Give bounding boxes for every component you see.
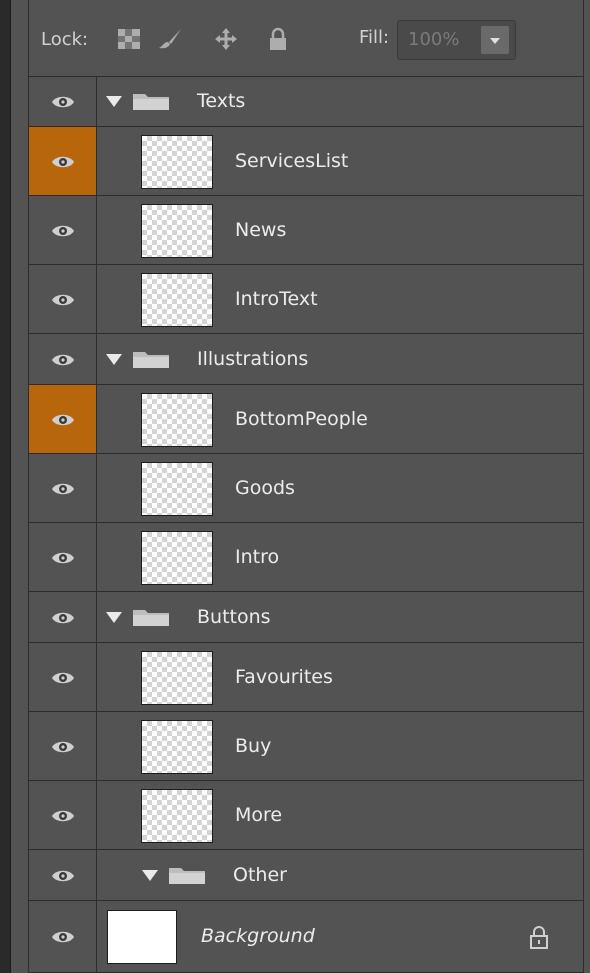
layer-thumbnail xyxy=(141,530,213,585)
layers-panel: Lock: Fill: 100% Texts ServicesList News In… xyxy=(28,0,584,973)
layer-name: Background xyxy=(201,925,315,947)
visibility-toggle[interactable] xyxy=(29,523,97,591)
visibility-toggle[interactable] xyxy=(29,643,97,711)
eye-icon xyxy=(52,741,74,752)
layer-name: Illustrations xyxy=(197,347,309,370)
eye-icon xyxy=(52,870,74,881)
lock-bar: Lock: Fill: 100% xyxy=(29,0,583,77)
visibility-toggle[interactable] xyxy=(29,334,97,384)
fill-opacity-field[interactable]: 100% xyxy=(397,20,516,60)
layer-name: Buttons xyxy=(197,605,271,628)
layer-name: Intro xyxy=(235,545,280,568)
eye-icon xyxy=(52,156,74,167)
layer-thumbnail xyxy=(141,203,213,258)
layer-name: Texts xyxy=(197,89,246,112)
layer-name: BottomPeople xyxy=(235,407,368,430)
eye-icon xyxy=(52,414,74,425)
layer-row[interactable]: Goods xyxy=(29,454,583,523)
eye-icon xyxy=(52,294,74,305)
layer-name: Other xyxy=(233,863,287,886)
layer-row[interactable]: BottomPeople xyxy=(29,385,583,454)
visibility-toggle[interactable] xyxy=(29,196,97,264)
layer-group-row[interactable]: Texts xyxy=(29,76,583,127)
visibility-toggle[interactable] xyxy=(29,901,97,972)
eye-icon xyxy=(52,225,74,236)
eye-icon xyxy=(52,96,74,107)
eye-icon xyxy=(52,483,74,494)
layer-row[interactable]: More xyxy=(29,781,583,850)
layer-thumbnail xyxy=(141,461,213,516)
lock-transparent-pixels-icon[interactable] xyxy=(116,27,142,51)
visibility-toggle[interactable] xyxy=(29,265,97,333)
layer-row[interactable]: IntroText xyxy=(29,265,583,334)
window-frame xyxy=(0,0,11,973)
layer-name: News xyxy=(235,218,287,241)
layer-group-row[interactable]: Illustrations xyxy=(29,334,583,385)
fill-label: Fill: xyxy=(359,27,390,48)
visibility-toggle[interactable] xyxy=(29,76,97,126)
visibility-toggle[interactable] xyxy=(29,592,97,642)
visibility-toggle[interactable] xyxy=(29,712,97,780)
eye-icon xyxy=(52,672,74,683)
visibility-toggle[interactable] xyxy=(29,781,97,849)
layer-thumbnail xyxy=(107,910,177,964)
layer-row[interactable]: Intro xyxy=(29,523,583,592)
visibility-toggle[interactable] xyxy=(29,127,97,195)
layer-thumbnail xyxy=(141,134,213,189)
layer-name: More xyxy=(235,803,283,826)
folder-icon xyxy=(133,93,169,110)
eye-icon xyxy=(52,810,74,821)
layer-thumbnail xyxy=(141,392,213,447)
layer-thumbnail xyxy=(141,272,213,327)
visibility-toggle[interactable] xyxy=(29,454,97,522)
folder-icon xyxy=(133,609,169,626)
folder-icon xyxy=(169,867,205,884)
layer-name: Buy xyxy=(235,734,272,757)
layer-row[interactable]: ServicesList xyxy=(29,127,583,196)
eye-icon xyxy=(52,552,74,563)
expand-triangle-icon[interactable] xyxy=(142,869,158,881)
fill-value: 100% xyxy=(408,29,460,50)
layer-name: ServicesList xyxy=(235,149,349,172)
layer-thumbnail xyxy=(141,788,213,843)
layer-name: IntroText xyxy=(235,287,318,310)
lock-label: Lock: xyxy=(41,29,89,50)
eye-icon xyxy=(52,612,74,623)
visibility-toggle[interactable] xyxy=(29,385,97,453)
layer-row[interactable]: Favourites xyxy=(29,643,583,712)
expand-triangle-icon[interactable] xyxy=(106,353,122,365)
folder-icon xyxy=(133,351,169,368)
background-layer-row[interactable]: Background xyxy=(29,901,583,973)
layer-row[interactable]: Buy xyxy=(29,712,583,781)
layer-row[interactable]: News xyxy=(29,196,583,265)
layer-name: Favourites xyxy=(235,665,333,688)
lock-icon xyxy=(530,926,548,949)
fill-dropdown-button[interactable] xyxy=(481,26,509,54)
lock-position-icon[interactable] xyxy=(213,27,239,51)
layer-group-row[interactable]: Buttons xyxy=(29,592,583,643)
lock-image-pixels-icon[interactable] xyxy=(157,27,183,51)
eye-icon xyxy=(52,354,74,365)
visibility-toggle[interactable] xyxy=(29,850,97,900)
lock-all-icon[interactable] xyxy=(265,27,291,51)
eye-icon xyxy=(52,931,74,943)
layer-thumbnail xyxy=(141,650,213,705)
expand-triangle-icon[interactable] xyxy=(106,611,122,623)
expand-triangle-icon[interactable] xyxy=(106,95,122,107)
layer-name: Goods xyxy=(235,476,295,499)
layer-thumbnail xyxy=(141,719,213,774)
layer-group-row[interactable]: Other xyxy=(29,850,583,901)
